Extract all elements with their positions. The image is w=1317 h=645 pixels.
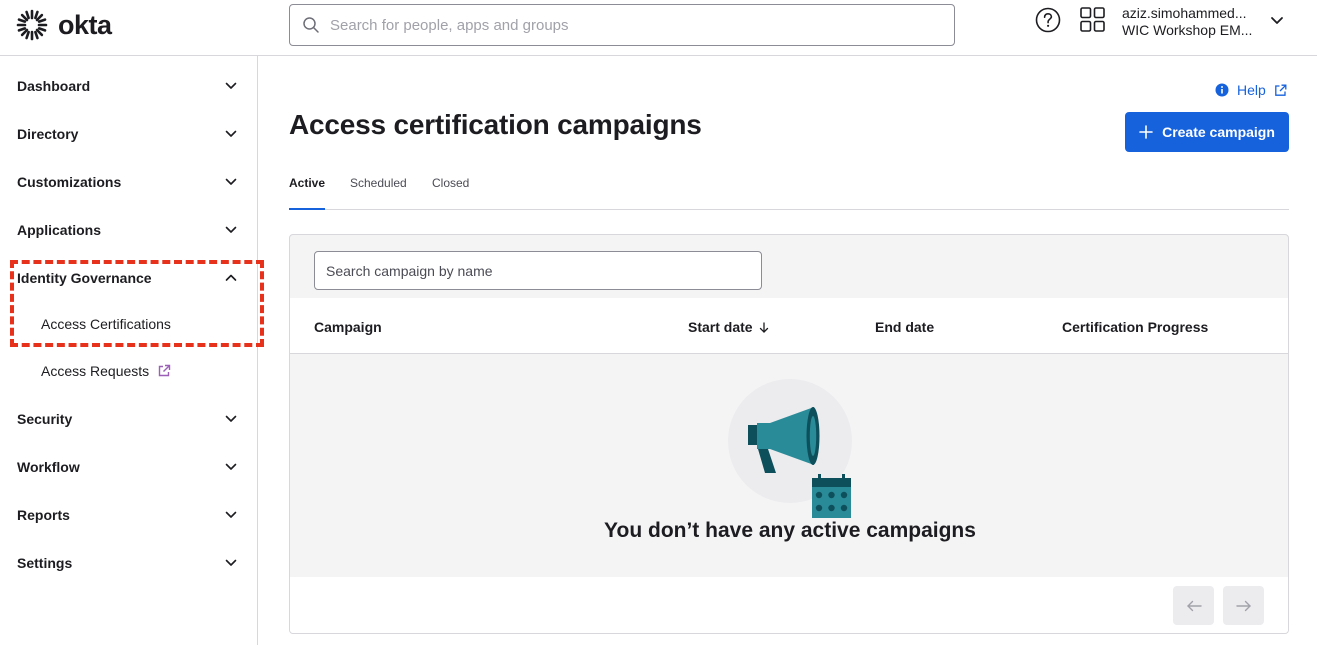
- sidebar-item-label: Customizations: [17, 174, 122, 190]
- page-title: Access certification campaigns: [289, 109, 702, 140]
- sidebar-subitem-access-requests[interactable]: Access Requests: [41, 363, 171, 379]
- user-menu[interactable]: aziz.simohammed... WIC Workshop EM...: [1122, 5, 1272, 39]
- create-campaign-label: Create campaign: [1162, 124, 1275, 140]
- table-header: Campaign Start date End date Certificati…: [290, 298, 1288, 354]
- pagination: [290, 577, 1288, 633]
- column-header-campaign[interactable]: Campaign: [314, 319, 382, 335]
- user-org: WIC Workshop EM...: [1122, 22, 1253, 38]
- campaign-tabs: Active Scheduled Closed: [289, 170, 1289, 210]
- global-search-input[interactable]: [330, 16, 910, 34]
- sidebar-item-label: Settings: [17, 555, 73, 571]
- sidebar-subitem-label: Access Requests: [41, 363, 150, 379]
- sidebar-item-security[interactable]: Security: [17, 408, 237, 430]
- next-page-button[interactable]: [1223, 586, 1264, 625]
- sidebar-item-directory[interactable]: Directory: [17, 123, 237, 145]
- tab-scheduled[interactable]: Scheduled: [350, 176, 407, 208]
- arrow-right-icon: [1235, 600, 1251, 611]
- help-link[interactable]: Help: [1215, 82, 1287, 98]
- sidebar-item-label: Reports: [17, 507, 70, 523]
- top-bar: okta aziz.simohammed... WIC Workshop EM.…: [0, 0, 1317, 56]
- sidebar-item-dashboard[interactable]: Dashboard: [17, 75, 237, 97]
- sidebar-item-label: Workflow: [17, 459, 80, 475]
- search-icon: [303, 17, 319, 33]
- external-link-icon: [158, 364, 171, 377]
- chevron-down-icon[interactable]: [1270, 16, 1284, 26]
- dashed-highlight-box: [10, 260, 264, 347]
- campaigns-panel: Campaign Start date End date Certificati…: [289, 234, 1289, 634]
- chevron-down-icon: [225, 415, 237, 422]
- help-circle-icon[interactable]: [1035, 7, 1061, 33]
- okta-logo[interactable]: okta: [16, 8, 112, 42]
- column-header-end-date[interactable]: End date: [875, 319, 934, 335]
- tab-closed[interactable]: Closed: [432, 176, 469, 208]
- sidebar-item-label: Applications: [17, 222, 102, 238]
- sort-down-arrow-icon: [759, 321, 768, 333]
- global-search-box[interactable]: [289, 4, 955, 46]
- sidebar-item-applications[interactable]: Applications: [17, 219, 237, 241]
- sidebar-item-label: Directory: [17, 126, 79, 142]
- campaign-search-input[interactable]: [314, 251, 762, 290]
- sidebar: Dashboard Directory Customizations Appli…: [0, 56, 264, 645]
- chevron-down-icon: [225, 559, 237, 566]
- sidebar-item-customizations[interactable]: Customizations: [17, 171, 237, 193]
- chevron-down-icon: [225, 511, 237, 518]
- empty-state: You don’t have any active campaigns: [290, 355, 1288, 577]
- sidebar-item-workflow[interactable]: Workflow: [17, 456, 237, 478]
- sidebar-item-label: Security: [17, 411, 73, 427]
- external-link-icon: [1274, 84, 1287, 96]
- tab-active[interactable]: Active: [289, 176, 326, 210]
- sidebar-item-label: Dashboard: [17, 78, 91, 94]
- arrow-left-icon: [1186, 600, 1202, 611]
- sidebar-item-settings[interactable]: Settings: [17, 552, 237, 574]
- megaphone-calendar-illustration: [728, 379, 852, 518]
- column-header-start-date[interactable]: Start date: [688, 319, 769, 335]
- column-header-certification-progress[interactable]: Certification Progress: [1062, 319, 1208, 335]
- okta-sunburst-icon: [16, 9, 48, 41]
- okta-wordmark: okta: [58, 9, 112, 40]
- empty-state-message: You don’t have any active campaigns: [604, 519, 976, 542]
- apps-grid-icon[interactable]: [1080, 7, 1105, 32]
- create-campaign-button[interactable]: Create campaign: [1125, 112, 1289, 152]
- chevron-down-icon: [225, 226, 237, 233]
- column-header-label: Start date: [688, 319, 753, 335]
- chevron-down-icon: [225, 82, 237, 89]
- info-icon: [1215, 83, 1229, 97]
- chevron-down-icon: [225, 178, 237, 185]
- sidebar-item-reports[interactable]: Reports: [17, 504, 237, 526]
- chevron-down-icon: [225, 130, 237, 137]
- previous-page-button[interactable]: [1173, 586, 1214, 625]
- chevron-down-icon: [225, 463, 237, 470]
- help-label: Help: [1237, 82, 1266, 98]
- plus-icon: [1139, 125, 1153, 139]
- user-name: aziz.simohammed...: [1122, 5, 1247, 21]
